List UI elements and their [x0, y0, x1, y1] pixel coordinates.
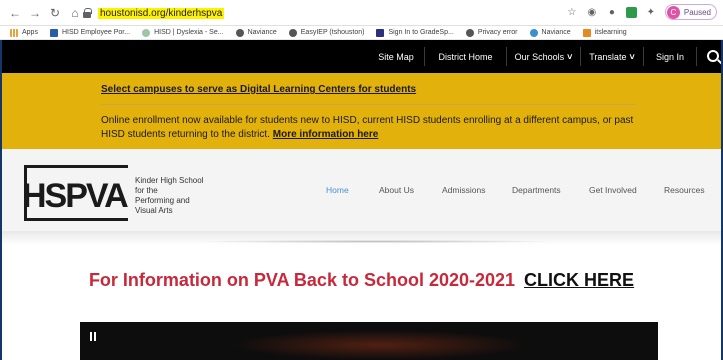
bookmark-label: Apps	[22, 29, 38, 36]
bookmark-easyiep[interactable]: EasyIEP (tshouston)	[288, 28, 365, 37]
gradespeed-icon	[376, 28, 385, 37]
nav-label: Our Schools	[514, 51, 565, 62]
nav-label: Site Map	[378, 51, 414, 62]
bookmark-hisd-dyslexia[interactable]: HISD | Dyslexia - Se...	[142, 28, 224, 37]
promo-text: For Information on PVA Back to School 20…	[88, 270, 516, 290]
bookmark-label: Naviance	[541, 29, 571, 36]
banner-divider	[101, 104, 636, 105]
enrollment-notice: Online enrollment now available for stud…	[101, 114, 641, 142]
bookmark-label: EasyIEP (tshouston)	[300, 29, 365, 36]
profile-status: Paused	[683, 7, 711, 17]
bookmark-gradespeed[interactable]: Sign In to GradeSp...	[376, 28, 454, 37]
naviance-icon	[529, 28, 538, 37]
nav-label: Translate	[589, 51, 627, 62]
itslearning-icon	[582, 28, 591, 37]
menu-about-us[interactable]: About Us	[379, 185, 414, 195]
announcement-banner: Select campuses to serve as Digital Lear…	[0, 73, 723, 149]
school-name: Kinder High School for the Performing an…	[135, 176, 225, 216]
globe-icon	[465, 28, 474, 37]
school-name-line: Visual Arts	[135, 206, 173, 215]
nav-label: Sign In	[655, 51, 685, 62]
nav-label: District Home	[438, 51, 493, 62]
menu-departments[interactable]: Departments	[512, 185, 561, 195]
chevron-down-icon: ˅	[567, 51, 573, 62]
toolbar-right: ☆ ◉ ● ✦ C Paused	[566, 4, 717, 20]
school-name-line: Kinder High School	[135, 176, 204, 185]
nav-translate[interactable]: Translate ˅	[581, 40, 643, 73]
url-text[interactable]: houstonisd.org/kinderhspva	[98, 7, 225, 19]
bookmarks-bar: Apps HISD Employee Por... HISD | Dyslexi…	[0, 26, 723, 40]
bookmark-label: Privacy error	[477, 29, 518, 36]
extension-green-icon[interactable]	[625, 6, 637, 18]
click-here-link[interactable]: CLICK HERE	[524, 270, 634, 290]
star-icon[interactable]: ☆	[566, 6, 578, 18]
section-divider	[190, 240, 560, 243]
chevron-down-icon: ˅	[629, 51, 635, 62]
bookmark-label: Naviance	[247, 29, 277, 36]
nav-divider	[696, 47, 697, 66]
bookmark-label: Sign In to GradeSp...	[388, 29, 454, 36]
digital-learning-link[interactable]: Select campuses to serve as Digital Lear…	[101, 84, 416, 95]
menu-get-involved[interactable]: Get Involved	[589, 185, 637, 195]
bookmark-label: HISD | Dyslexia - Se...	[154, 29, 224, 36]
school-name-line: Performing and	[135, 196, 190, 205]
address-bar[interactable]: houstonisd.org/kinderhspva	[82, 4, 627, 22]
bookmark-hisd-employee[interactable]: HISD Employee Por...	[49, 28, 131, 37]
site-nav: Site Map District Home Our Schools ˅ Tran…	[0, 40, 723, 73]
profile-button[interactable]: C Paused	[664, 4, 717, 20]
puzzle-icon[interactable]: ✦	[645, 6, 657, 18]
menu-admissions[interactable]: Admissions	[442, 185, 485, 195]
nav-sign-in[interactable]: Sign In	[644, 40, 696, 73]
menu-resources[interactable]: Resources	[664, 185, 705, 195]
menu-home[interactable]: Home	[326, 185, 349, 195]
bookmark-label: itslearning	[594, 29, 627, 36]
bookmark-label: HISD Employee Por...	[61, 29, 131, 36]
hspva-logo[interactable]: HSPVA	[20, 163, 130, 223]
video-frame	[230, 330, 530, 360]
more-info-link[interactable]: More information here	[273, 129, 379, 140]
globe-icon	[235, 28, 244, 37]
logo-text: HSPVA	[22, 177, 128, 215]
bookmark-naviance-2[interactable]: Naviance	[529, 28, 571, 37]
promo-headline: For Information on PVA Back to School 20…	[0, 270, 723, 291]
globe-icon	[288, 28, 297, 37]
video-player[interactable]	[80, 322, 658, 360]
bookmark-itslearning[interactable]: itslearning	[582, 28, 627, 37]
lock-icon	[82, 8, 92, 18]
avatar: C	[666, 5, 680, 19]
nav-site-map[interactable]: Site Map	[368, 40, 424, 73]
school-name-line: for the	[135, 186, 158, 195]
hisd-icon	[49, 28, 58, 37]
bookmark-privacy-error[interactable]: Privacy error	[465, 28, 518, 37]
nav-our-schools[interactable]: Our Schools ˅	[507, 40, 580, 73]
page: ← → ↻ ⌂ houstonisd.org/kinderhspva ☆ ◉ ●…	[0, 0, 723, 360]
browser-toolbar: ← → ↻ ⌂ houstonisd.org/kinderhspva ☆ ◉ ●…	[0, 0, 723, 26]
extension-gray-icon[interactable]: ◉	[586, 6, 598, 18]
nav-district-home[interactable]: District Home	[425, 40, 506, 73]
forward-arrow-icon[interactable]: →	[26, 4, 44, 22]
bookmark-naviance[interactable]: Naviance	[235, 28, 277, 37]
search-icon[interactable]	[707, 50, 719, 62]
bookmark-apps[interactable]: Apps	[10, 28, 38, 37]
school-header: HSPVA Kinder High School for the Perform…	[0, 149, 723, 231]
pause-icon[interactable]	[89, 332, 97, 341]
apps-grid-icon	[10, 28, 18, 37]
back-arrow-icon[interactable]: ←	[6, 4, 24, 22]
globe-icon	[142, 28, 151, 37]
extension-dark-icon[interactable]: ●	[606, 6, 618, 18]
window-edge-left	[0, 40, 2, 360]
reload-icon[interactable]: ↻	[46, 4, 64, 22]
